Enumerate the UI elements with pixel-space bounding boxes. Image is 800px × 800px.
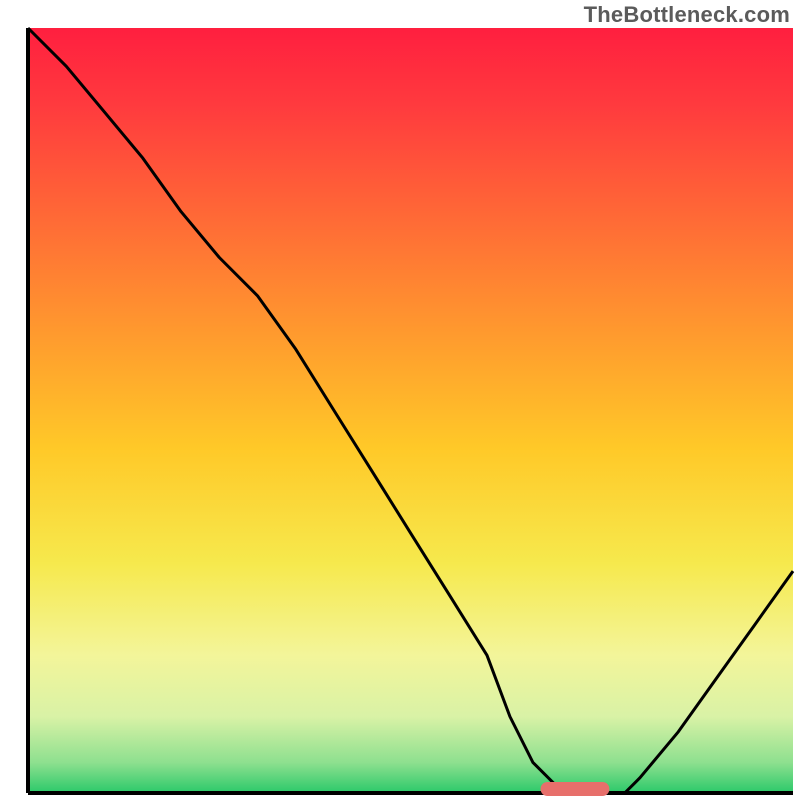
bottleneck-gradient-chart: TheBottleneck.com [0,0,800,800]
gradient-rect [28,28,793,793]
highlight-pill [541,782,610,796]
chart-svg [0,0,800,800]
plot-area [28,28,793,796]
